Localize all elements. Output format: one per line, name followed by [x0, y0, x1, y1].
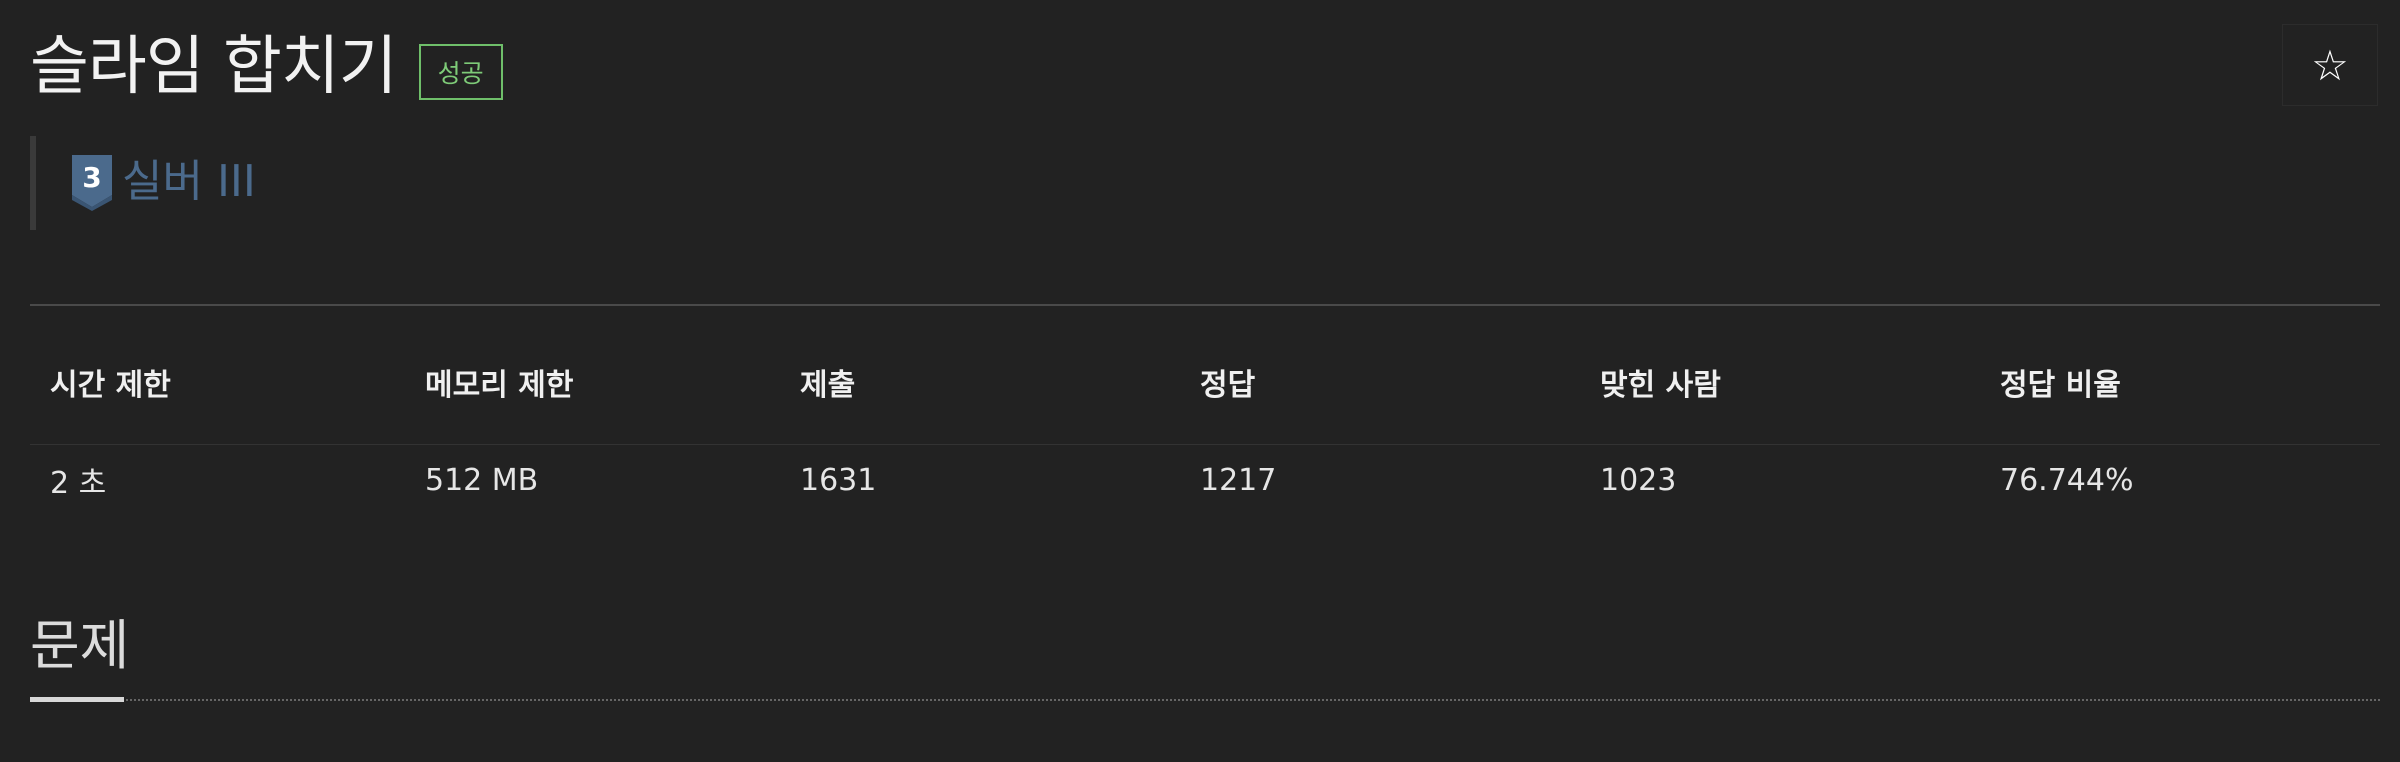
- title-row: 슬라임 합치기 성공: [30, 22, 503, 112]
- tier-badge-icon: 3: [72, 155, 112, 211]
- star-outline-icon: ☆: [2311, 41, 2349, 89]
- tier-bar: [30, 136, 36, 230]
- header-time-limit: 시간 제한: [50, 368, 171, 403]
- favorite-button[interactable]: ☆: [2282, 24, 2378, 106]
- problem-page: 슬라임 합치기 성공 ☆ 3 실버 III 시간 제한 메모리 제한 제출 정답…: [0, 0, 2400, 762]
- section-title-problem: 문제: [30, 614, 130, 677]
- header-accepted: 정답: [1200, 368, 1256, 403]
- section-divider: [30, 699, 2380, 701]
- header-divider: [30, 304, 2380, 306]
- header-submissions: 제출: [800, 368, 856, 403]
- status-badge: 성공: [418, 44, 503, 100]
- info-table-header: 시간 제한 메모리 제한 제출 정답 맞힌 사람 정답 비율: [30, 360, 2380, 445]
- problem-info-table: 시간 제한 메모리 제한 제출 정답 맞힌 사람 정답 비율 2 초 512 M…: [30, 360, 2380, 535]
- value-accept-ratio: 76.744%: [2000, 462, 2134, 498]
- header-accept-ratio: 정답 비율: [2000, 368, 2121, 403]
- tier-level: 3: [82, 161, 101, 194]
- value-memory-limit: 512 MB: [425, 462, 539, 498]
- section-title-underline: [30, 697, 124, 702]
- value-submissions: 1631: [800, 462, 877, 498]
- problem-title: 슬라임 합치기: [30, 30, 398, 104]
- tier-info: 3 실버 III: [70, 152, 256, 212]
- value-time-limit: 2 초: [50, 466, 107, 501]
- value-accepted: 1217: [1200, 462, 1277, 498]
- table-row: 2 초 512 MB 1631 1217 1023 76.744%: [30, 445, 2380, 535]
- header-solved-users: 맞힌 사람: [1600, 368, 1721, 403]
- value-solved-users: 1023: [1600, 462, 1677, 498]
- header-memory-limit: 메모리 제한: [425, 368, 574, 403]
- tier-label: 실버 III: [122, 156, 256, 207]
